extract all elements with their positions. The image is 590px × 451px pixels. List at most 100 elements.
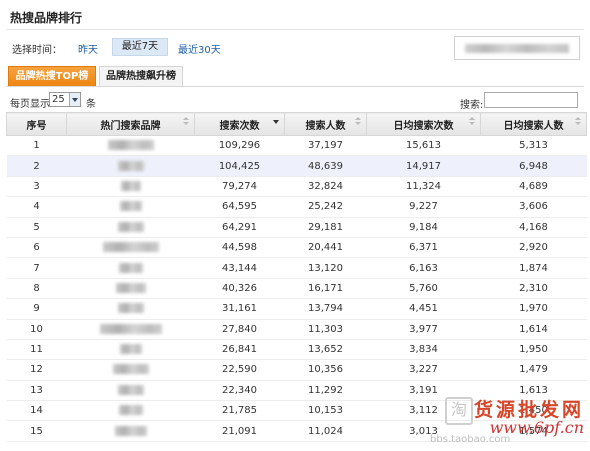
cell-searchers: 11,024 [284,420,367,442]
cell-avg-searches: 11,324 [366,176,481,198]
cell-rank: 15 [6,420,67,442]
cell-brand [66,257,195,279]
cell-rank: 3 [6,176,67,198]
table-row[interactable]: 10 27,840 11,303 3,977 1,614 [6,319,587,340]
cell-searchers: 13,794 [284,298,367,320]
watermark-bbs: bbs.taobao.com [430,434,511,445]
cell-brand [66,420,195,442]
tab-brand-rising[interactable]: 品牌热搜飙升榜 [99,66,183,87]
cell-searches: 40,326 [194,278,285,300]
blurred-ad-box [454,36,580,60]
cell-searchers: 11,292 [284,380,367,402]
blurred-brand-name [119,201,142,212]
cell-rank: 1 [6,135,67,157]
column-header-searches[interactable]: 搜索次数 [194,112,285,136]
cell-searches: 79,274 [194,176,285,198]
cell-searchers: 13,652 [284,339,367,361]
table-row[interactable]: 2 104,425 48,639 14,917 6,948 [6,155,587,177]
cell-searchers: 13,120 [284,257,367,279]
per-page-label: 每页显示 [10,99,50,110]
cell-rank: 2 [6,155,67,177]
cell-avg-searchers: 1,950 [480,339,587,361]
blurred-brand-name [115,282,146,293]
cell-searchers: 48,639 [284,155,367,177]
cell-avg-searchers: 6,948 [480,155,587,177]
cell-brand [66,359,195,381]
cell-rank: 11 [6,339,67,361]
cell-searchers: 10,356 [284,359,367,381]
table-row[interactable]: 11 26,841 13,652 3,834 1,950 [6,339,587,361]
cell-avg-searches: 3,834 [366,339,481,361]
cell-avg-searches: 5,760 [366,278,481,300]
column-header-brand[interactable]: 热门搜索品牌 [66,112,195,136]
table-row[interactable]: 9 31,161 13,794 4,451 1,970 [6,298,587,320]
cell-avg-searchers: 2,310 [480,278,587,300]
blurred-brand-name [120,180,141,191]
cell-searchers: 37,197 [284,135,367,157]
blurred-brand-name [117,160,144,171]
per-page-value: 25 [52,94,65,105]
cell-searches: 27,840 [194,319,285,340]
cell-searches: 64,291 [194,217,285,238]
cell-rank: 9 [6,298,67,320]
table-row[interactable]: 8 40,326 16,171 5,760 2,310 [6,278,587,300]
cell-avg-searches: 9,184 [366,217,481,238]
table-row[interactable]: 7 43,144 13,120 6,163 1,874 [6,257,587,279]
column-header-avg-searchers[interactable]: 日均搜索人数 [480,112,587,136]
cell-searches: 104,425 [194,155,285,177]
time-option-yesterday[interactable]: 昨天 [78,41,98,56]
cell-avg-searchers: 1,479 [480,359,587,381]
column-header-searchers[interactable]: 搜索人数 [284,112,367,136]
cell-searchers: 20,441 [284,237,367,259]
time-option-last-30-days[interactable]: 最近30天 [178,41,221,56]
cell-rank: 8 [6,278,67,300]
cell-searches: 22,590 [194,359,285,381]
cell-avg-searches: 9,227 [366,196,481,218]
cell-brand [66,155,195,177]
page-title: 热搜品牌排行 [10,11,83,25]
search-input[interactable] [484,92,578,108]
blurred-brand-name [118,405,143,416]
cell-avg-searches: 3,227 [366,359,481,381]
blurred-brand-name [99,323,162,334]
table-row[interactable]: 5 64,291 29,181 9,184 4,168 [6,217,587,238]
cell-avg-searchers: 4,689 [480,176,587,198]
cell-avg-searches: 6,371 [366,237,481,259]
blurred-brand-name [118,262,143,273]
cell-searches: 109,296 [194,135,285,157]
blurred-brand-name [119,344,142,355]
cell-brand [66,278,195,300]
cell-avg-searches: 14,917 [366,155,481,177]
table-header-row: 序号 热门搜索品牌 搜索次数 搜索人数 日均搜索次数 日均搜索人数 [6,112,587,136]
cell-searchers: 16,171 [284,278,367,300]
table-row[interactable]: 4 64,595 25,242 9,227 3,606 [6,196,587,218]
cell-avg-searches: 15,613 [366,135,481,157]
per-page-select[interactable]: 25 [49,92,81,107]
blurred-brand-name [102,242,159,253]
tab-brand-top[interactable]: 品牌热搜TOP榜 [8,66,96,87]
time-filter-label: 选择时间： [12,45,62,56]
cell-searchers: 29,181 [284,217,367,238]
cell-brand [66,319,195,340]
cell-brand [66,380,195,402]
cell-rank: 6 [6,237,67,259]
time-option-last-7-days[interactable]: 最近7天 [112,38,168,56]
cell-avg-searches: 4,451 [366,298,481,320]
cell-searches: 26,841 [194,339,285,361]
cell-avg-searchers: 5,313 [480,135,587,157]
blurred-brand-name [107,140,154,151]
table-row[interactable]: 12 22,590 10,356 3,227 1,479 [6,359,587,381]
column-header-rank[interactable]: 序号 [6,112,67,136]
brand-ranking-table: 序号 热门搜索品牌 搜索次数 搜索人数 日均搜索次数 日均搜索人数 1 109,2… [6,112,587,442]
table-row[interactable]: 1 109,296 37,197 15,613 5,313 [6,135,587,157]
column-header-avg-searches[interactable]: 日均搜索次数 [366,112,481,136]
table-row[interactable]: 6 44,598 20,441 6,371 2,920 [6,237,587,259]
cell-searches: 22,340 [194,380,285,402]
table-row[interactable]: 3 79,274 32,824 11,324 4,689 [6,176,587,198]
cell-avg-searchers: 4,168 [480,217,587,238]
chevron-down-icon[interactable] [69,93,80,106]
cell-rank: 14 [6,400,67,422]
blurred-brand-name [112,364,149,375]
tab-divider [6,86,584,87]
cell-avg-searches: 6,163 [366,257,481,279]
